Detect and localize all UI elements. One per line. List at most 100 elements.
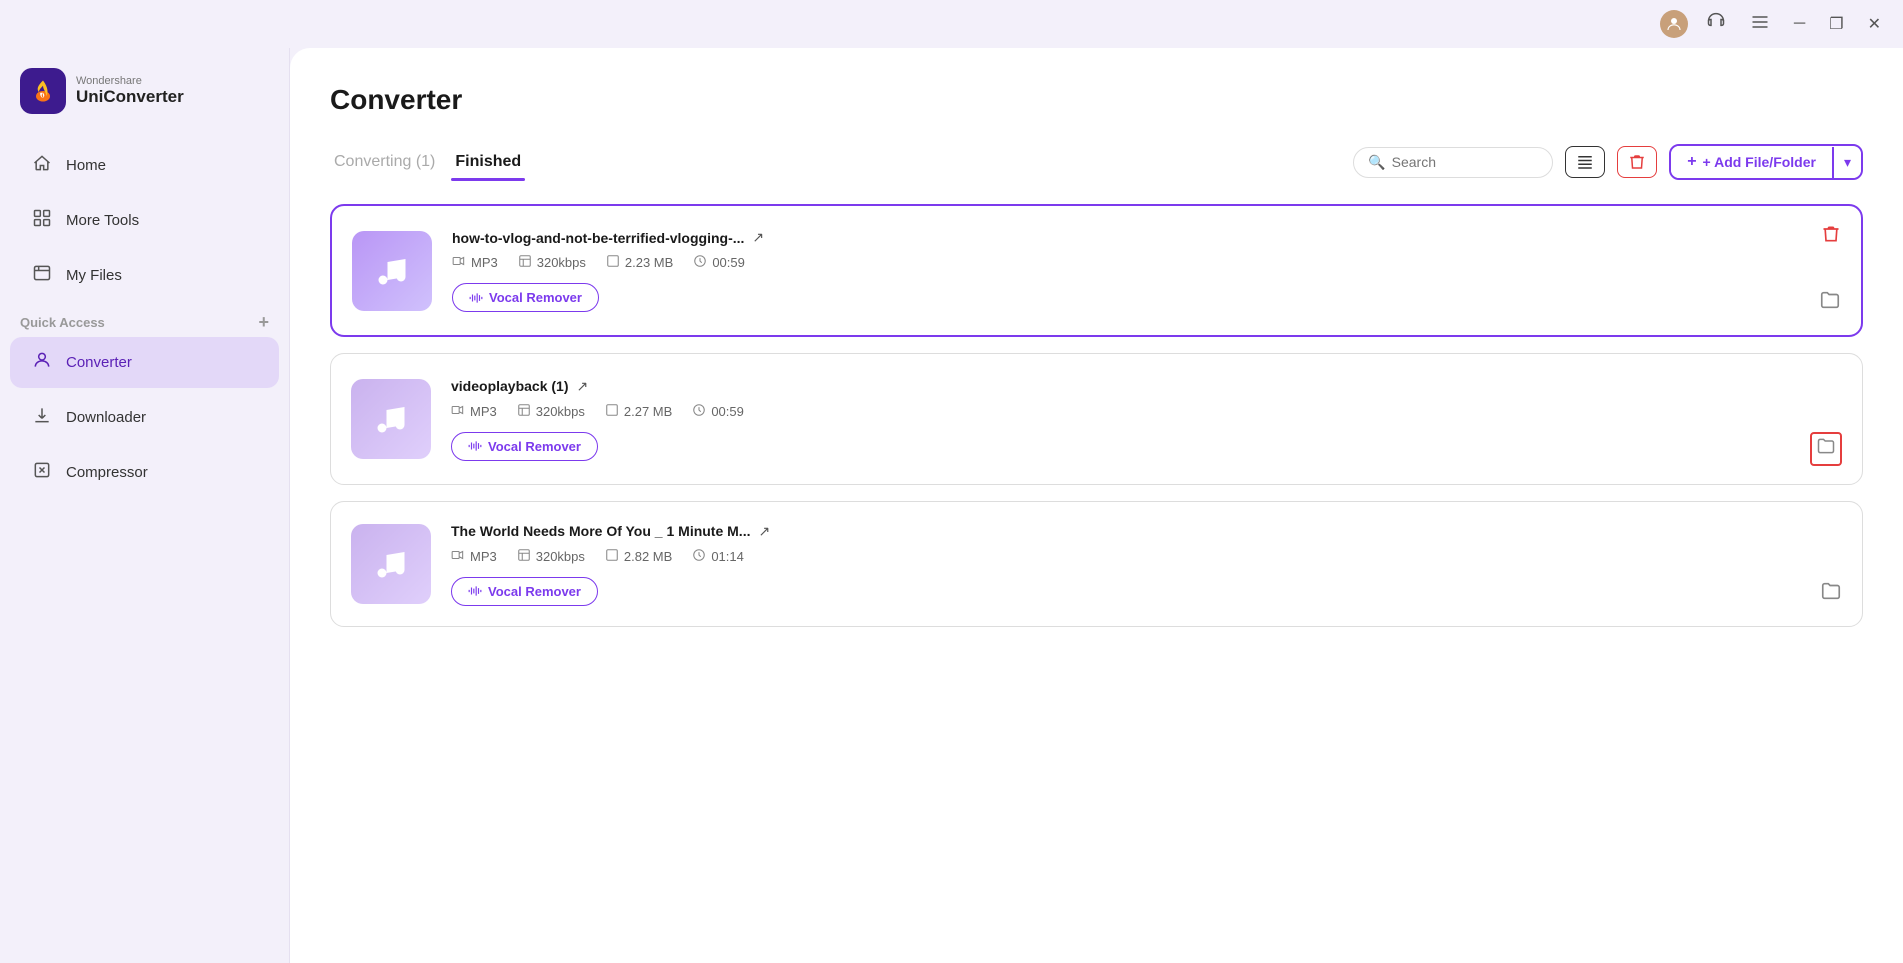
sidebar-item-downloader-label: Downloader bbox=[66, 409, 146, 426]
file-format-3: MP3 bbox=[470, 549, 497, 564]
sidebar-item-downloader[interactable]: Downloader bbox=[10, 392, 279, 443]
size-icon-1 bbox=[606, 254, 620, 271]
add-file-button[interactable]: + + Add File/Folder ▾ bbox=[1669, 144, 1863, 180]
list-view-button[interactable] bbox=[1565, 146, 1605, 178]
file-card-3: The World Needs More Of You _ 1 Minute M… bbox=[330, 501, 1863, 627]
duration-icon-1 bbox=[693, 254, 707, 271]
file-name-1: how-to-vlog-and-not-be-terrified-vloggin… bbox=[452, 230, 744, 246]
sidebar-item-my-files-label: My Files bbox=[66, 267, 122, 284]
delete-file-button-1[interactable] bbox=[1821, 224, 1841, 249]
file-list: how-to-vlog-and-not-be-terrified-vloggin… bbox=[330, 204, 1863, 627]
sidebar-item-more-tools[interactable]: More Tools bbox=[10, 195, 279, 246]
logo-text: Wondershare UniConverter bbox=[76, 75, 184, 107]
file-info-3: The World Needs More Of You _ 1 Minute M… bbox=[451, 523, 1800, 606]
sidebar-item-converter[interactable]: Converter bbox=[10, 337, 279, 388]
compressor-icon bbox=[30, 460, 54, 485]
search-input[interactable] bbox=[1392, 154, 1532, 170]
file-info-1: how-to-vlog-and-not-be-terrified-vloggin… bbox=[452, 229, 1799, 312]
my-files-icon bbox=[30, 263, 54, 288]
file-meta-2: MP3 320kbps 2.27 MB bbox=[451, 403, 1790, 420]
sidebar-item-my-files[interactable]: My Files bbox=[10, 250, 279, 301]
external-link-icon-1[interactable]: ↗ bbox=[752, 229, 764, 246]
open-folder-button-2[interactable] bbox=[1810, 432, 1842, 466]
file-duration-1: 00:59 bbox=[712, 255, 745, 270]
file-card-actions-2 bbox=[1810, 372, 1842, 466]
vocal-remover-button-3[interactable]: Vocal Remover bbox=[451, 577, 598, 606]
quick-access-add-button[interactable]: + bbox=[258, 313, 269, 331]
file-info-2: videoplayback (1) ↗ MP3 bbox=[451, 378, 1790, 461]
titlebar: ─ ❐ ✕ bbox=[0, 0, 1903, 48]
file-thumbnail-3 bbox=[351, 524, 431, 604]
file-thumbnail-2 bbox=[351, 379, 431, 459]
file-name-3: The World Needs More Of You _ 1 Minute M… bbox=[451, 523, 750, 539]
sidebar-item-home-label: Home bbox=[66, 157, 106, 174]
app-logo: Wondershare UniConverter bbox=[0, 60, 289, 138]
file-thumbnail-1 bbox=[352, 231, 432, 311]
file-format-2: MP3 bbox=[470, 404, 497, 419]
file-card-1: how-to-vlog-and-not-be-terrified-vloggin… bbox=[330, 204, 1863, 337]
sidebar-item-compressor-label: Compressor bbox=[66, 464, 148, 481]
file-duration-2: 00:59 bbox=[711, 404, 744, 419]
duration-icon-2 bbox=[692, 403, 706, 420]
plus-icon: + bbox=[1687, 153, 1696, 171]
home-icon bbox=[30, 153, 54, 178]
search-box[interactable]: 🔍 bbox=[1353, 147, 1553, 178]
support-icon[interactable] bbox=[1700, 8, 1732, 41]
add-file-main[interactable]: + + Add File/Folder bbox=[1671, 146, 1832, 178]
menu-icon[interactable] bbox=[1744, 8, 1776, 41]
quick-access-header: Quick Access + bbox=[0, 303, 289, 335]
file-bitrate-2: 320kbps bbox=[536, 404, 585, 419]
sidebar-item-converter-label: Converter bbox=[66, 354, 132, 371]
duration-icon-3 bbox=[692, 548, 706, 565]
converter-icon bbox=[30, 350, 54, 375]
external-link-icon-3[interactable]: ↗ bbox=[758, 523, 770, 540]
file-bitrate-3: 320kbps bbox=[536, 549, 585, 564]
close-button[interactable]: ✕ bbox=[1862, 10, 1887, 38]
logo-icon bbox=[20, 68, 66, 114]
file-size-1: 2.23 MB bbox=[625, 255, 673, 270]
open-folder-button-1[interactable] bbox=[1819, 289, 1841, 317]
brand-name: Wondershare bbox=[76, 75, 184, 87]
file-bitrate-1: 320kbps bbox=[537, 255, 586, 270]
minimize-button[interactable]: ─ bbox=[1788, 11, 1811, 37]
format-icon-2 bbox=[451, 403, 465, 420]
vocal-remover-button-1[interactable]: Vocal Remover bbox=[452, 283, 599, 312]
file-duration-3: 01:14 bbox=[711, 549, 744, 564]
maximize-button[interactable]: ❐ bbox=[1823, 10, 1849, 38]
add-file-label: + Add File/Folder bbox=[1703, 154, 1816, 170]
file-meta-1: MP3 320kbps 2.23 MB bbox=[452, 254, 1799, 271]
bitrate-icon-3 bbox=[517, 548, 531, 565]
spacer-2 bbox=[1822, 372, 1842, 392]
downloader-icon bbox=[30, 405, 54, 430]
tab-converting[interactable]: Converting (1) bbox=[330, 147, 439, 177]
tab-finished[interactable]: Finished bbox=[451, 147, 525, 177]
main-content: Converter Converting (1) Finished 🔍 bbox=[290, 48, 1903, 963]
file-card-actions-3 bbox=[1820, 520, 1842, 608]
size-icon-3 bbox=[605, 548, 619, 565]
page-title: Converter bbox=[330, 84, 1863, 116]
sidebar-item-compressor[interactable]: Compressor bbox=[10, 447, 279, 498]
format-icon-3 bbox=[451, 548, 465, 565]
more-tools-icon bbox=[30, 208, 54, 233]
product-name: UniConverter bbox=[76, 87, 184, 107]
file-name-2: videoplayback (1) bbox=[451, 378, 569, 394]
quick-access-label: Quick Access bbox=[20, 315, 105, 330]
user-avatar-icon[interactable] bbox=[1660, 10, 1688, 38]
size-icon-2 bbox=[605, 403, 619, 420]
search-icon: 🔍 bbox=[1368, 154, 1385, 171]
delete-all-button[interactable] bbox=[1617, 146, 1657, 178]
file-card-actions-1 bbox=[1819, 224, 1841, 317]
external-link-icon-2[interactable]: ↗ bbox=[577, 378, 589, 395]
sidebar-item-more-tools-label: More Tools bbox=[66, 212, 139, 229]
bitrate-icon-1 bbox=[518, 254, 532, 271]
file-size-2: 2.27 MB bbox=[624, 404, 672, 419]
sidebar-item-home[interactable]: Home bbox=[10, 140, 279, 191]
file-format-1: MP3 bbox=[471, 255, 498, 270]
open-folder-button-3[interactable] bbox=[1820, 580, 1842, 608]
add-file-dropdown-button[interactable]: ▾ bbox=[1832, 147, 1861, 178]
vocal-remover-button-2[interactable]: Vocal Remover bbox=[451, 432, 598, 461]
file-size-3: 2.82 MB bbox=[624, 549, 672, 564]
file-card-2: videoplayback (1) ↗ MP3 bbox=[330, 353, 1863, 485]
format-icon-1 bbox=[452, 254, 466, 271]
toolbar: Converting (1) Finished 🔍 + + Add File/F… bbox=[330, 144, 1863, 180]
